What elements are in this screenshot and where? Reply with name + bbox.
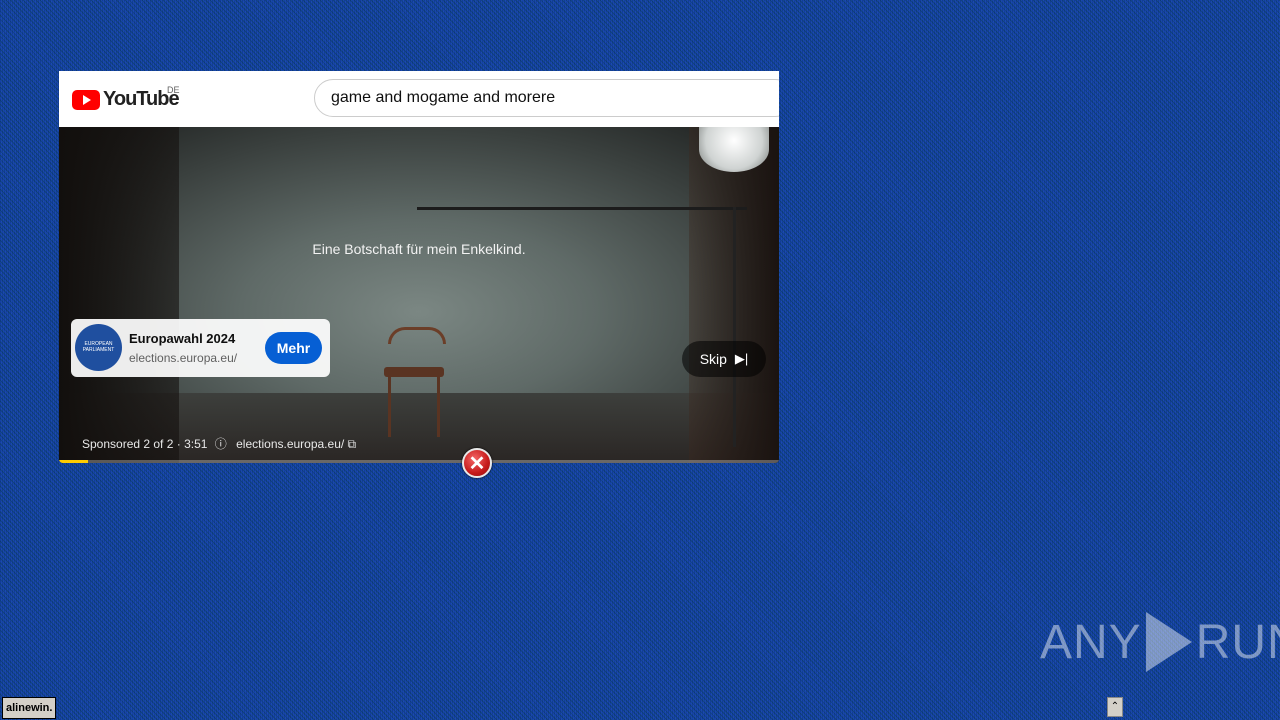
ad-url: elections.europa.eu/ xyxy=(129,351,238,365)
ad-card[interactable]: EUROPEAN PARLIAMENT Europawahl 2024 elec… xyxy=(71,319,330,377)
sponsored-bar: Sponsored 2 of 2 · 3:51 ⓘ elections.euro… xyxy=(82,435,356,452)
search-input[interactable] xyxy=(314,79,779,117)
light-boom xyxy=(417,207,747,210)
browser-window: YouTube DE Eine Botschaft für mein Enkel… xyxy=(59,71,779,463)
studio-lamp xyxy=(699,127,769,172)
taskbar-label[interactable]: alinewin. xyxy=(2,697,57,719)
chair-back xyxy=(388,327,446,344)
chair-leg xyxy=(388,372,391,437)
skip-next-icon: ▶| xyxy=(734,351,749,366)
advertiser-link-text: elections.europa.eu/ xyxy=(236,437,345,451)
mehr-button[interactable]: Mehr xyxy=(265,332,322,364)
info-icon[interactable]: ⓘ xyxy=(215,437,227,451)
youtube-play-icon xyxy=(72,89,100,110)
youtube-header: YouTube DE xyxy=(59,71,779,127)
ad-title: Europawahl 2024 xyxy=(129,331,236,346)
camera-rig-area xyxy=(59,127,179,463)
chair-leg xyxy=(437,372,440,437)
video-caption: Eine Botschaft für mein Enkelkind. xyxy=(312,241,526,257)
play-logo-icon xyxy=(1145,612,1192,672)
region-code: DE xyxy=(167,85,180,95)
european-parliament-logo: EUROPEAN PARLIAMENT xyxy=(75,324,122,371)
watermark-right: RUN xyxy=(1195,615,1280,669)
chair-seat xyxy=(384,367,444,377)
skip-ad-button[interactable]: Skip ▶| xyxy=(682,341,766,377)
anyrun-watermark: ANY RUN xyxy=(1040,612,1280,672)
ad-progress-bar[interactable] xyxy=(59,460,779,463)
skip-label: Skip xyxy=(699,351,727,367)
youtube-logo[interactable]: YouTube xyxy=(72,88,180,111)
close-icon[interactable]: ✕ xyxy=(462,448,492,478)
sponsored-text: Sponsored 2 of 2 · 3:51 xyxy=(82,437,208,451)
advertiser-link[interactable]: elections.europa.eu/ ⧉ xyxy=(236,437,356,451)
external-link-icon: ⧉ xyxy=(347,437,357,451)
watermark-left: ANY xyxy=(1040,615,1142,669)
tray-expand-icon[interactable]: ⌃ xyxy=(1107,697,1123,717)
video-player[interactable]: Eine Botschaft für mein Enkelkind. EUROP… xyxy=(59,127,779,463)
ad-progress-fill xyxy=(59,460,88,463)
wooden-chair xyxy=(384,327,446,437)
